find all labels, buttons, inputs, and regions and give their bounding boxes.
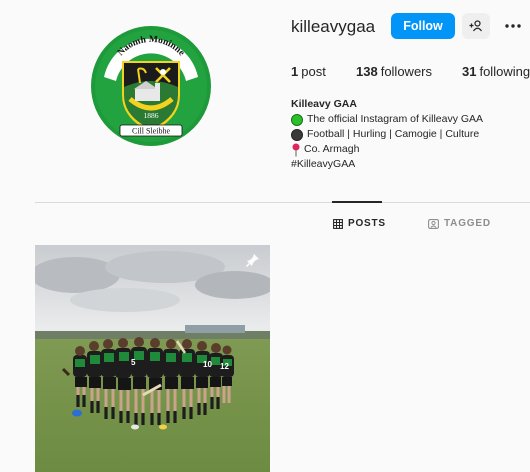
team-huddle-photo: 5 10 12 <box>35 245 270 472</box>
post-thumbnail[interactable]: 5 10 12 <box>35 245 270 472</box>
following-label: following <box>479 64 530 79</box>
add-user-icon <box>469 20 482 32</box>
profile-avatar[interactable]: Naomh Moninne 1886 Cill Sleibhe <box>90 25 212 147</box>
club-crest-icon: Naomh Moninne 1886 Cill Sleibhe <box>91 26 211 146</box>
bio-line-3: Co. Armagh <box>291 142 483 157</box>
tab-tagged-label: TAGGED <box>444 218 491 229</box>
bio-text-4[interactable]: #KilleavyGAA <box>291 157 355 172</box>
following-count: 31 <box>462 64 477 79</box>
pin-icon <box>246 254 259 267</box>
bio-hashtag[interactable]: #KilleavyGAA <box>291 157 483 172</box>
posts-count: 1 <box>291 64 299 79</box>
bio-line-1: The official Instagram of Killeavy GAA <box>291 112 483 127</box>
grid-icon <box>333 218 343 229</box>
black-circle-icon <box>291 128 303 141</box>
posts-label: post <box>301 64 326 79</box>
crest-bottom-text: Cill Sleibhe <box>132 127 170 136</box>
location-pin-icon <box>292 143 300 156</box>
profile-bio: Killeavy GAA The official Instagram of K… <box>291 97 483 172</box>
profile-username: killeavygaa <box>291 17 376 36</box>
followers-stat[interactable]: 138 followers <box>356 64 432 79</box>
crest-year-text: 1886 <box>144 111 159 120</box>
bio-line-2: Football | Hurling | Camogie | Culture <box>291 127 483 142</box>
green-circle-icon <box>291 113 303 126</box>
bio-text-2: Football | Hurling | Camogie | Culture <box>307 128 480 140</box>
display-name: Killeavy GAA <box>291 98 357 110</box>
follow-button[interactable]: Follow <box>391 13 455 39</box>
more-options-icon <box>505 24 521 28</box>
tabs-divider <box>35 202 530 203</box>
svg-text:5: 5 <box>131 358 136 367</box>
more-options-button[interactable] <box>500 13 526 39</box>
active-tab-indicator <box>332 201 382 203</box>
tab-tagged[interactable]: TAGGED <box>428 218 491 229</box>
add-user-button[interactable] <box>462 13 490 39</box>
following-stat[interactable]: 31 following <box>462 64 530 79</box>
tab-posts-label: POSTS <box>348 218 386 229</box>
tagged-icon <box>428 218 439 229</box>
bio-text-1: The official Instagram of Killeavy GAA <box>307 113 484 125</box>
followers-count: 138 <box>356 64 378 79</box>
tab-posts[interactable]: POSTS <box>333 218 386 229</box>
followers-label: followers <box>380 64 432 79</box>
bio-text-3: Co. Armagh <box>304 143 360 155</box>
posts-stat: 1 post <box>291 64 326 79</box>
svg-text:10: 10 <box>203 360 212 369</box>
svg-text:12: 12 <box>220 362 229 371</box>
